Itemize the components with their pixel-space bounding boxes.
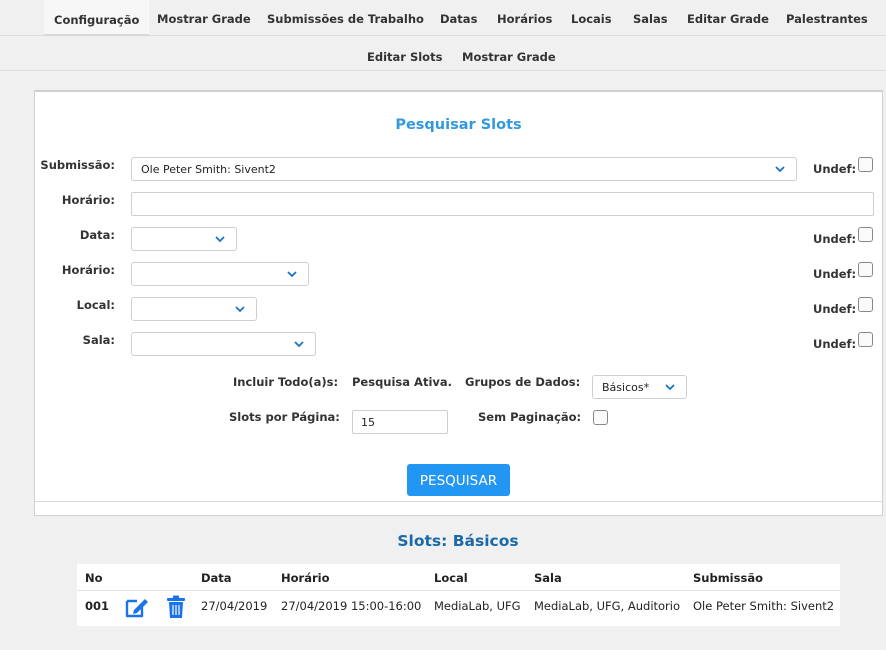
table-header-divider: [77, 590, 840, 591]
sub-nav: Editar Slots Mostrar Grade: [0, 36, 886, 71]
col-header-no[interactable]: No: [85, 571, 103, 585]
undef-label: Undef:: [813, 232, 857, 246]
undef-date-checkbox[interactable]: [858, 227, 873, 242]
chevron-down-icon: [775, 166, 785, 173]
room-select[interactable]: [131, 332, 316, 356]
trash-icon[interactable]: [165, 595, 187, 619]
col-header-time[interactable]: Horário: [281, 571, 329, 585]
undef-label: Undef:: [813, 337, 857, 351]
chevron-down-icon: [215, 236, 225, 243]
search-panel: Pesquisar Slots Submissão: Ole Peter Smi…: [34, 90, 883, 516]
undef-place-checkbox[interactable]: [858, 297, 873, 312]
tab-configuracao[interactable]: Configuração: [44, 0, 150, 36]
chevron-down-icon: [665, 384, 675, 391]
chevron-down-icon: [235, 306, 245, 313]
submission-select[interactable]: Ole Peter Smith: Sivent2: [131, 157, 797, 181]
subtab-editar-slots[interactable]: Editar Slots: [367, 50, 442, 64]
subtab-mostrar-grade[interactable]: Mostrar Grade: [462, 50, 556, 64]
row-no: 001: [85, 599, 110, 613]
edit-icon[interactable]: [124, 595, 151, 619]
time-label: Horário:: [61, 193, 115, 207]
chevron-down-icon: [287, 271, 297, 278]
per-page-input[interactable]: 15: [352, 410, 448, 434]
schedule-label: Horário:: [61, 263, 115, 277]
place-select[interactable]: [131, 297, 257, 321]
row-date: 27/04/2019: [201, 599, 268, 613]
tab-locais[interactable]: Locais: [571, 12, 612, 26]
schedule-select[interactable]: [131, 262, 309, 286]
tab-editar-grade[interactable]: Editar Grade: [687, 12, 769, 26]
tab-submissoes[interactable]: Submissões de Trabalho: [267, 12, 424, 26]
search-button[interactable]: PESQUISAR: [407, 464, 510, 496]
tab-salas[interactable]: Salas: [633, 12, 668, 26]
row-submission: Ole Peter Smith: Sivent2: [693, 599, 835, 613]
tab-mostrar-grade[interactable]: Mostrar Grade: [157, 12, 251, 26]
date-select[interactable]: [131, 227, 237, 251]
data-groups-select[interactable]: Básicos*: [592, 375, 687, 399]
undef-schedule-checkbox[interactable]: [858, 262, 873, 277]
active-search-text: Pesquisa Ativa.: [352, 375, 453, 389]
per-page-label: Slots por Página:: [229, 410, 340, 424]
results-table: No Data Horário Local Sala Submissão 001…: [77, 564, 840, 626]
submission-value: Ole Peter Smith: Sivent2: [141, 163, 276, 176]
date-label: Data:: [79, 228, 115, 242]
results-title: Slots: Básicos: [397, 532, 519, 550]
row-time: 27/04/2019 15:00-16:00: [281, 599, 422, 613]
top-nav: Configuração Mostrar Grade Submissões de…: [0, 0, 886, 36]
submission-label: Submissão:: [40, 158, 115, 172]
col-header-submission[interactable]: Submissão: [693, 571, 763, 585]
undef-submission-checkbox[interactable]: [858, 157, 873, 172]
chevron-down-icon: [294, 341, 304, 348]
tab-datas[interactable]: Datas: [440, 12, 477, 26]
undef-room-checkbox[interactable]: [858, 332, 873, 347]
col-header-place[interactable]: Local: [434, 571, 468, 585]
row-room: MediaLab, UFG, Auditorio: [534, 599, 681, 613]
search-title: Pesquisar Slots: [395, 117, 522, 133]
undef-label: Undef:: [813, 302, 857, 316]
tab-horarios[interactable]: Horários: [497, 12, 552, 26]
undef-label: Undef:: [813, 267, 857, 281]
time-input[interactable]: [131, 192, 874, 216]
data-groups-value: Básicos*: [602, 381, 650, 394]
no-paging-label: Sem Paginação:: [478, 410, 582, 424]
include-all-label: Incluir Todo(a)s:: [233, 375, 339, 389]
row-place: MediaLab, UFG: [434, 599, 521, 613]
data-groups-label: Grupos de Dados:: [465, 375, 581, 389]
col-header-room[interactable]: Sala: [534, 571, 562, 585]
place-label: Local:: [76, 298, 115, 312]
room-label: Sala:: [82, 333, 115, 347]
no-paging-checkbox[interactable]: [593, 410, 608, 425]
tab-palestrantes[interactable]: Palestrantes: [786, 12, 868, 26]
undef-label: Undef:: [813, 162, 857, 176]
col-header-date[interactable]: Data: [201, 571, 232, 585]
panel-divider: [35, 501, 882, 502]
